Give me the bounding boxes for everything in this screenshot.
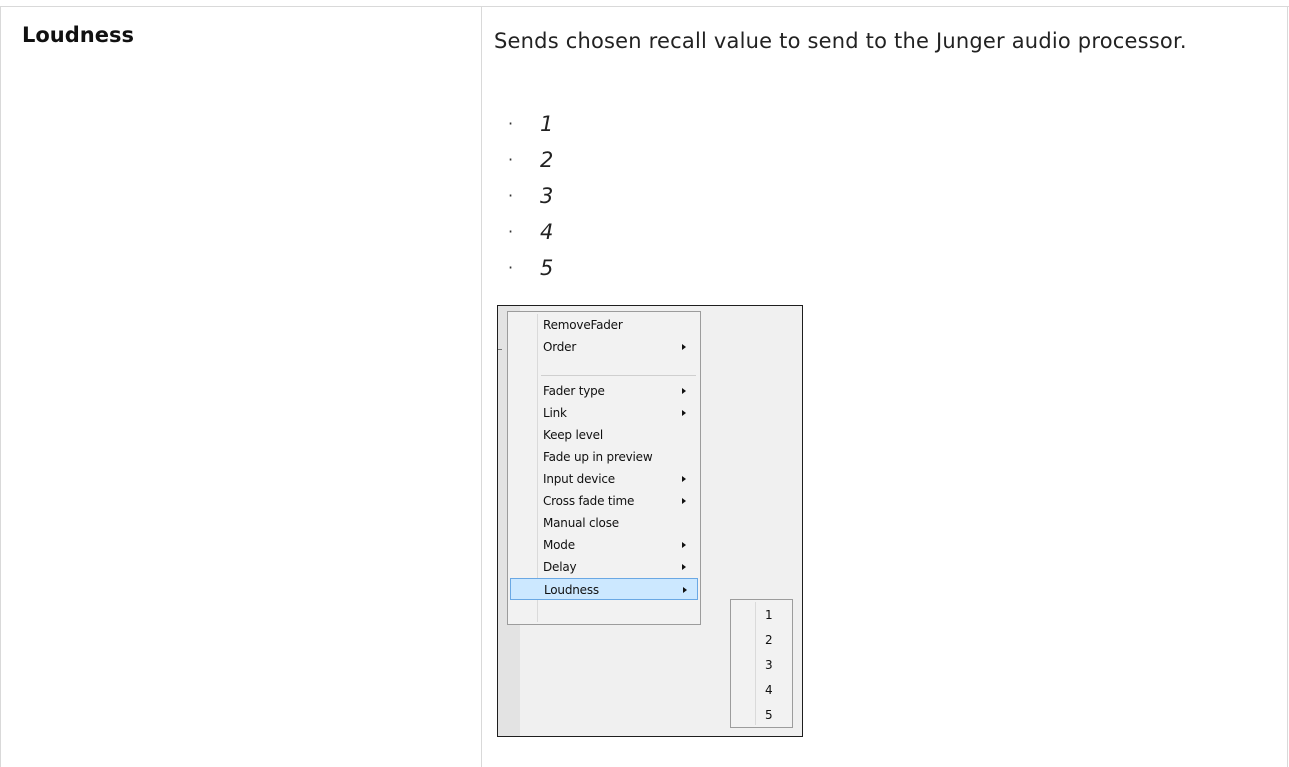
menu-item-input-device[interactable]: Input device	[510, 468, 698, 490]
menu-item-link[interactable]: Link	[510, 402, 698, 424]
table-column-divider	[481, 6, 482, 767]
menu-separator	[541, 375, 696, 376]
submenu-arrow-icon	[682, 564, 686, 570]
submenu-item-5[interactable]: 5	[765, 702, 785, 728]
submenu-item-2[interactable]: 2	[765, 627, 785, 653]
submenu-arrow-icon	[682, 410, 686, 416]
bullet-icon: ·	[508, 114, 514, 133]
menu-item-loudness[interactable]: Loudness	[510, 578, 698, 600]
menu-item-keep-level[interactable]: Keep level	[510, 424, 698, 446]
submenu-gutter	[755, 602, 756, 725]
submenu-arrow-icon	[682, 498, 686, 504]
submenu-item-3[interactable]: 3	[765, 652, 785, 678]
bullet-icon: ·	[508, 222, 514, 241]
value-list-item: · 3	[502, 178, 553, 214]
submenu-arrow-icon	[682, 344, 686, 350]
value-list-item: · 1	[502, 106, 553, 142]
submenu-arrow-icon	[682, 476, 686, 482]
loudness-submenu: 1 2 3 4 5	[730, 599, 793, 728]
submenu-item-1[interactable]: 1	[765, 602, 785, 628]
value-list-item: · 4	[502, 214, 553, 250]
menu-item-delay[interactable]: Delay	[510, 556, 698, 578]
menu-item-mode[interactable]: Mode	[510, 534, 698, 556]
bullet-icon: ·	[508, 186, 514, 205]
menu-item-remove-fader[interactable]: RemoveFader	[510, 314, 698, 336]
context-menu: RemoveFader Order Fader type Link Keep l…	[507, 311, 701, 625]
table-top-border	[0, 6, 1289, 7]
parameter-table: Loudness Sends chosen recall value to se…	[0, 0, 1289, 767]
table-right-border	[1287, 6, 1288, 767]
menu-item-fade-up-in-preview[interactable]: Fade up in preview	[510, 446, 698, 468]
value-list: · 1 · 2 · 3 · 4 · 5	[502, 106, 553, 286]
value-list-item: · 2	[502, 142, 553, 178]
table-left-border	[0, 6, 1, 767]
submenu-arrow-icon	[682, 388, 686, 394]
parameter-name: Loudness	[22, 23, 134, 47]
context-menu-screenshot: RemoveFader Order Fader type Link Keep l…	[497, 305, 803, 737]
parameter-description: Sends chosen recall value to send to the…	[494, 29, 1187, 53]
submenu-arrow-icon	[683, 587, 687, 593]
submenu-item-4[interactable]: 4	[765, 677, 785, 703]
bullet-icon: ·	[508, 258, 514, 277]
bullet-icon: ·	[508, 150, 514, 169]
menu-item-fader-type[interactable]: Fader type	[510, 380, 698, 402]
menu-item-order[interactable]: Order	[510, 336, 698, 358]
background-tick	[498, 349, 502, 350]
menu-item-cross-fade-time[interactable]: Cross fade time	[510, 490, 698, 512]
value-list-item: · 5	[502, 250, 553, 286]
menu-item-manual-close[interactable]: Manual close	[510, 512, 698, 534]
submenu-arrow-icon	[682, 542, 686, 548]
